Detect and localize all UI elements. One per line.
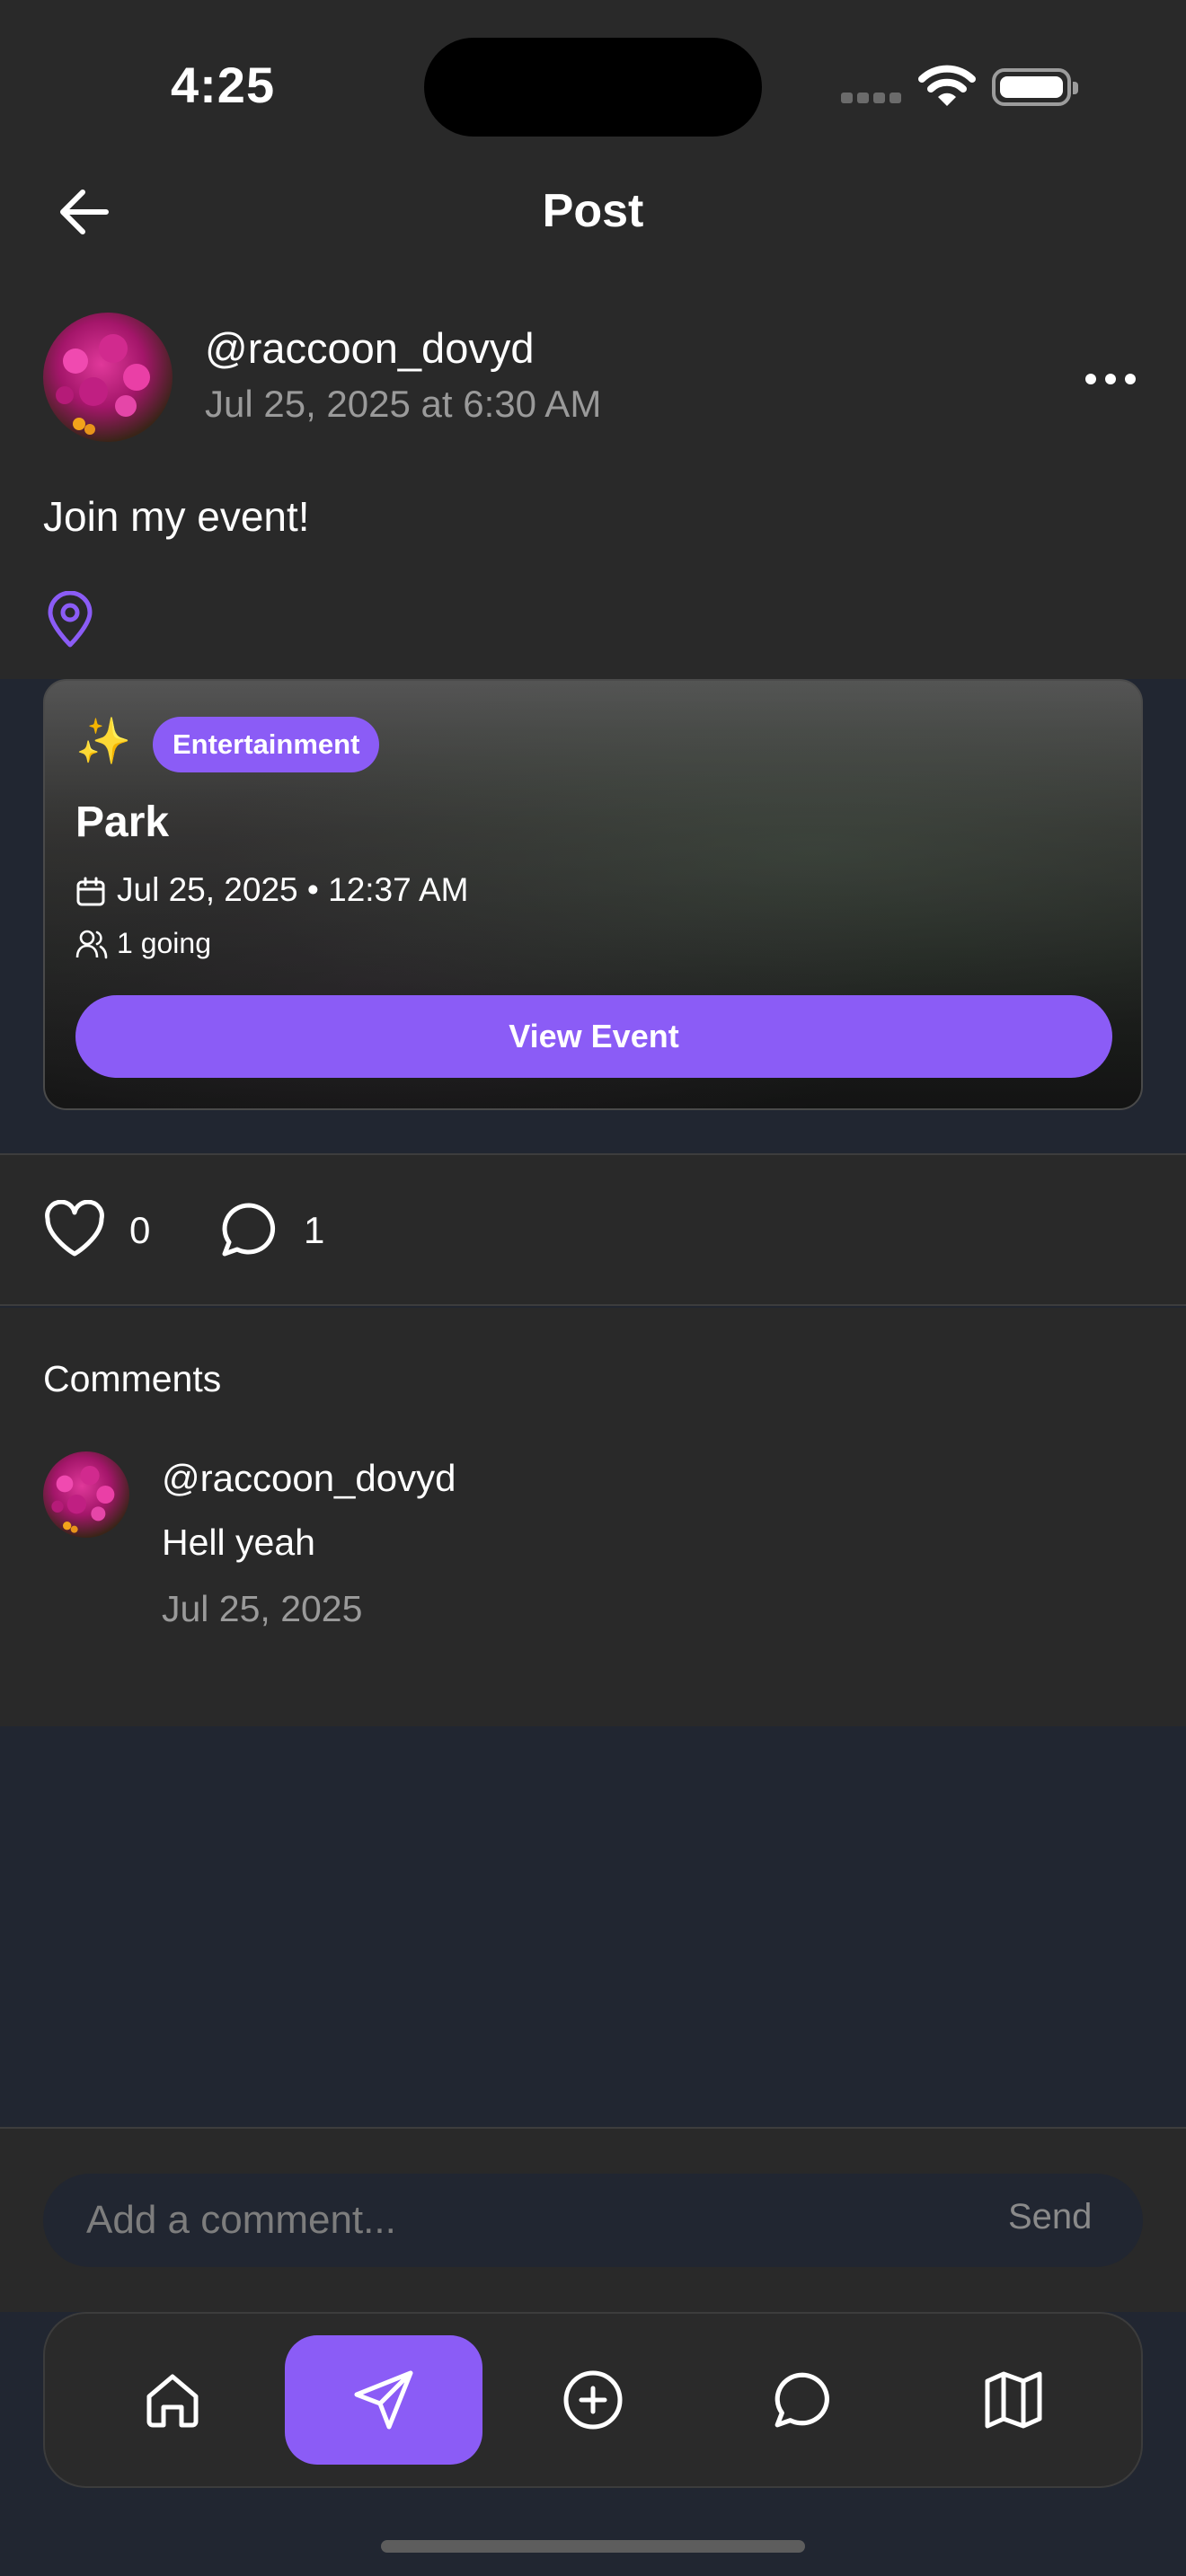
- more-options-button[interactable]: [1075, 361, 1146, 397]
- plus-circle-icon: [563, 2370, 623, 2430]
- comment-date: Jul 25, 2025: [162, 1588, 363, 1629]
- post-actions: [0, 1153, 1186, 1306]
- like-count: 0: [129, 1209, 151, 1251]
- map-pin-icon[interactable]: [45, 590, 95, 648]
- wifi-icon: [918, 65, 976, 112]
- dynamic-island: [424, 38, 762, 137]
- category-badge: Entertainment: [153, 717, 380, 772]
- chat-bubble-icon: [774, 2372, 829, 2428]
- home-indicator: [381, 2540, 805, 2553]
- post-card: [0, 269, 1186, 679]
- send-button[interactable]: Send: [1008, 2197, 1092, 2237]
- ellipsis-icon: [1085, 374, 1136, 384]
- tab-messages[interactable]: [704, 2335, 901, 2465]
- heart-icon[interactable]: [43, 1199, 106, 1259]
- tab-send[interactable]: [285, 2335, 482, 2465]
- view-event-button[interactable]: View Event: [75, 995, 1112, 1078]
- event-datetime: Jul 25, 2025 • 12:37 AM: [117, 871, 469, 908]
- send-icon: [354, 2370, 413, 2430]
- people-icon: [75, 929, 108, 959]
- comment-icon[interactable]: [219, 1200, 279, 1259]
- sparkles-icon: ✨: [75, 716, 132, 766]
- comment-count: 1: [304, 1209, 325, 1251]
- event-title: Park: [75, 798, 170, 846]
- post-author[interactable]: @raccoon_dovyd: [205, 323, 534, 373]
- post-text: Join my event!: [43, 493, 310, 540]
- tab-create[interactable]: [494, 2335, 692, 2465]
- calendar-icon: [75, 877, 106, 907]
- tab-home[interactable]: [74, 2335, 271, 2465]
- comments-title: Comments: [43, 1358, 222, 1399]
- attendee-count: 1 going: [117, 927, 211, 959]
- status-time: 4:25: [171, 57, 276, 113]
- comment-author[interactable]: @raccoon_dovyd: [162, 1457, 456, 1500]
- comment-text: Hell yeah: [162, 1522, 315, 1563]
- map-icon: [985, 2371, 1042, 2429]
- tab-map[interactable]: [915, 2335, 1112, 2465]
- comment-input[interactable]: [43, 2174, 1143, 2267]
- post-date: Jul 25, 2025 at 6:30 AM: [205, 383, 602, 425]
- comment-avatar[interactable]: [43, 1451, 129, 1538]
- avatar[interactable]: [43, 313, 173, 442]
- page-title: Post: [542, 185, 644, 237]
- home-icon: [146, 2374, 199, 2428]
- battery-icon: [992, 68, 1078, 106]
- cellular-signal-icon: [841, 92, 906, 108]
